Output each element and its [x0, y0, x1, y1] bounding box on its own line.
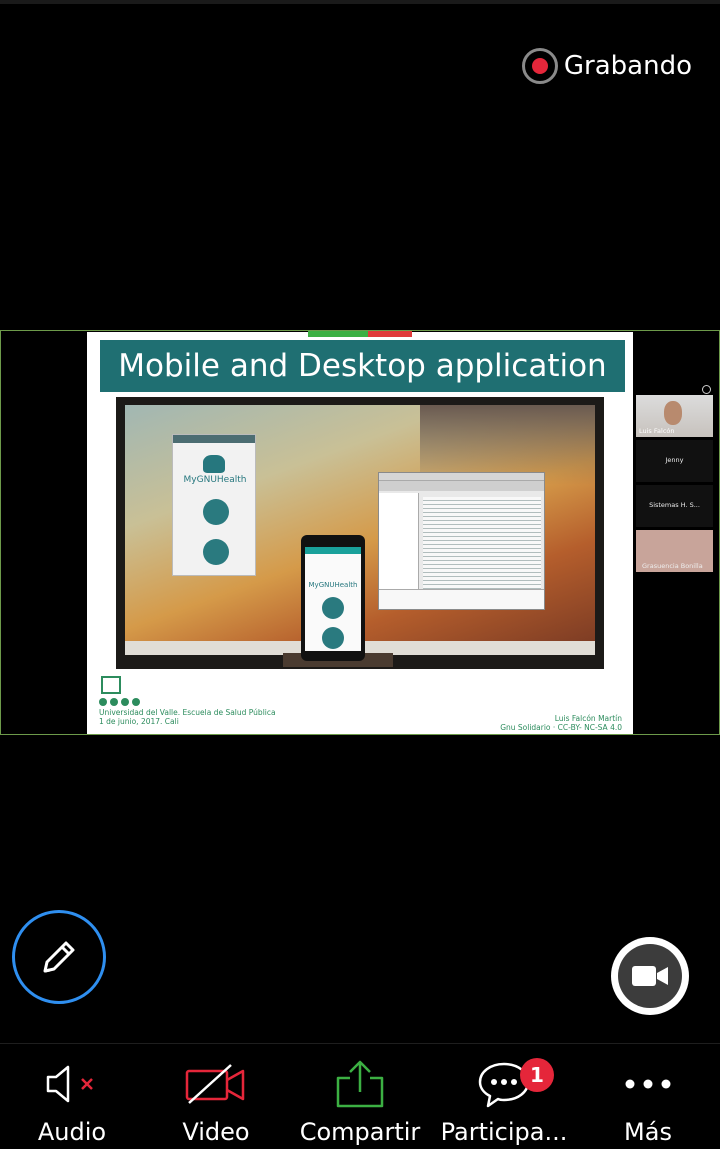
participant-name: Sistemas H. S... [649, 501, 700, 509]
video-off-icon [185, 1064, 245, 1104]
user-icon [203, 539, 229, 565]
participant-tile[interactable]: Sistemas H. S... [636, 485, 713, 527]
slide-title-banner: Mobile and Desktop application [100, 340, 625, 392]
footer-license: Gnu Solidario · CC-BY- NC-SA 4.0 [500, 723, 622, 732]
share-control-bar[interactable] [308, 331, 412, 337]
participant-name: Grasuencia Bonilla [642, 562, 703, 570]
unread-badge: 1 [520, 1058, 554, 1092]
recording-label: Grabando [563, 51, 692, 81]
participant-thumbnails[interactable]: Luis Falcón Jenny Sistemas H. S... Grasu… [636, 395, 713, 575]
slide-footer-left: Universidad del Valle. Escuela de Salud … [99, 670, 276, 726]
participant-tile[interactable]: Jenny [636, 440, 713, 482]
heart-icon [322, 597, 344, 619]
participants-button[interactable]: 1 Participa... [432, 1044, 576, 1149]
participant-tile[interactable]: Luis Falcón [636, 395, 713, 437]
camera-icon [632, 966, 668, 986]
recording-indicator[interactable]: Grabando [521, 48, 692, 84]
user-icon [322, 627, 344, 649]
video-label: Video [182, 1118, 250, 1146]
desktop-app-window: MyGNUHealth [172, 434, 256, 576]
share-upload-icon [336, 1060, 384, 1108]
university-logo-icon [99, 670, 141, 708]
ide-window [378, 472, 545, 610]
record-icon [521, 48, 558, 84]
heart-icon [203, 499, 229, 525]
more-button[interactable]: Más [576, 1044, 720, 1149]
slide-title: Mobile and Desktop application [118, 348, 607, 384]
top-divider [0, 0, 720, 4]
stop-share-bar[interactable] [368, 331, 412, 337]
participant-name: Jenny [665, 456, 684, 464]
share-button[interactable]: Compartir [288, 1044, 432, 1149]
footer-author: Luis Falcón Martín [554, 714, 622, 723]
app-brand-label: MyGNUHealth [183, 475, 247, 485]
more-label: Más [624, 1118, 672, 1146]
audio-button[interactable]: Audio [0, 1044, 144, 1149]
share-label: Compartir [299, 1118, 421, 1146]
avatar [664, 401, 682, 425]
annotate-button[interactable] [12, 910, 106, 1004]
participants-label: Participa... [440, 1118, 568, 1146]
phone-brand-label: MyGNUHealth [308, 581, 358, 589]
switch-camera-button[interactable] [611, 937, 689, 1015]
footer-date: 1 de junio, 2017. Cali [99, 717, 179, 726]
audio-label: Audio [37, 1118, 107, 1146]
video-button[interactable]: Video [144, 1044, 288, 1149]
app-logo-icon [203, 455, 225, 473]
speaker-muted-icon [46, 1065, 93, 1103]
more-dots-icon [625, 1079, 671, 1089]
thumbnail-record-icon [702, 385, 711, 394]
share-status-bar [308, 331, 368, 337]
participant-name: Luis Falcón [639, 427, 675, 435]
meeting-toolbar: Audio Video Compartir 1 Participa... Más [0, 1043, 720, 1149]
mobile-phone: MyGNUHealth [301, 535, 365, 661]
slide-footer-right: Luis Falcón Martín Gnu Solidario · CC-BY… [500, 714, 622, 732]
pencil-icon [43, 941, 75, 973]
footer-institution: Universidad del Valle. Escuela de Salud … [99, 708, 276, 717]
participant-tile[interactable]: Grasuencia Bonilla [636, 530, 713, 572]
